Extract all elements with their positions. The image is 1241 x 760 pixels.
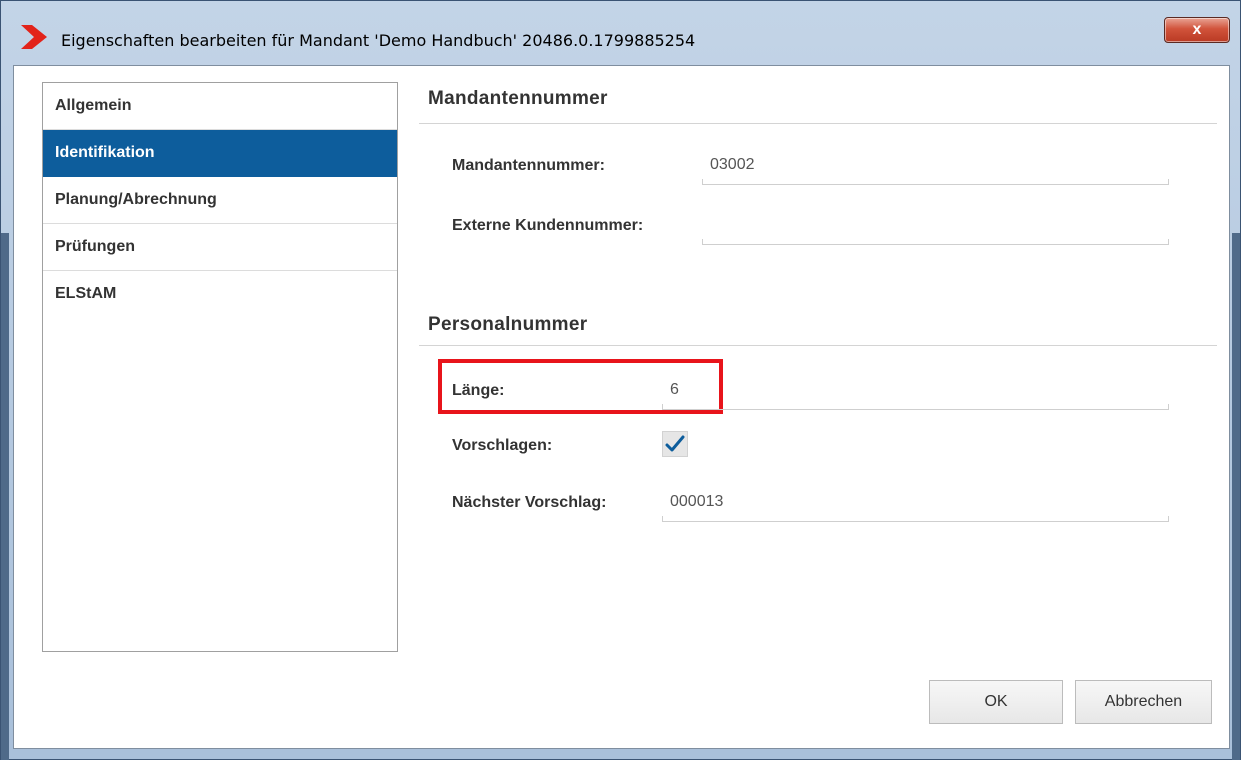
sidebar-item-identifikation[interactable]: Identifikation (43, 130, 397, 177)
sidebar-item-label: Allgemein (55, 97, 132, 114)
cancel-button[interactable]: Abbrechen (1075, 680, 1212, 724)
window-frame-right (1232, 233, 1240, 760)
vorschlagen-checkbox[interactable] (662, 431, 688, 457)
section-title-mandantennummer: Mandantennummer (428, 88, 608, 109)
mandantennummer-field-underline (702, 179, 1169, 185)
mandantennummer-field[interactable]: 03002 (710, 156, 755, 174)
category-list: Allgemein Identifikation Planung/Abrechn… (42, 82, 398, 652)
window-frame-left (1, 233, 9, 760)
sidebar-item-label: Prüfungen (55, 238, 135, 255)
sidebar-item-pruefungen[interactable]: Prüfungen (43, 224, 397, 271)
laenge-field-underline (662, 404, 1169, 410)
vorschlagen-label: Vorschlagen: (452, 437, 553, 454)
app-logo-icon (21, 25, 47, 49)
sidebar-item-label: Identifikation (55, 144, 155, 161)
section-divider (419, 345, 1217, 346)
title-bar[interactable]: Eigenschaften bearbeiten für Mandant 'De… (1, 1, 1241, 65)
naechster-vorschlag-label: Nächster Vorschlag: (452, 494, 607, 511)
sidebar-item-planung-abrechnung[interactable]: Planung/Abrechnung (43, 177, 397, 224)
naechster-vorschlag-field[interactable]: 000013 (670, 493, 723, 511)
close-icon: x (1192, 21, 1202, 38)
laenge-field[interactable]: 6 (670, 381, 679, 399)
laenge-label: Länge: (452, 382, 505, 399)
externe-kundennummer-field-underline (702, 239, 1169, 245)
section-divider (419, 123, 1217, 124)
sidebar-item-label: ELStAM (55, 285, 117, 302)
checkmark-icon (665, 435, 685, 452)
externe-kundennummer-label: Externe Kundennummer: (452, 217, 644, 234)
sidebar-item-label: Planung/Abrechnung (55, 191, 217, 208)
sidebar-item-elstam[interactable]: ELStAM (43, 271, 397, 318)
mandantennummer-label: Mandantennummer: (452, 157, 605, 174)
ok-button[interactable]: OK (929, 680, 1063, 724)
naechster-vorschlag-field-underline (662, 516, 1169, 522)
dialog-window: Eigenschaften bearbeiten für Mandant 'De… (0, 0, 1241, 760)
window-title: Eigenschaften bearbeiten für Mandant 'De… (61, 31, 696, 50)
sidebar-item-allgemein[interactable]: Allgemein (43, 83, 397, 130)
close-button[interactable]: x (1164, 17, 1230, 43)
dialog-content: Allgemein Identifikation Planung/Abrechn… (13, 65, 1230, 749)
section-title-personalnummer: Personalnummer (428, 314, 588, 335)
